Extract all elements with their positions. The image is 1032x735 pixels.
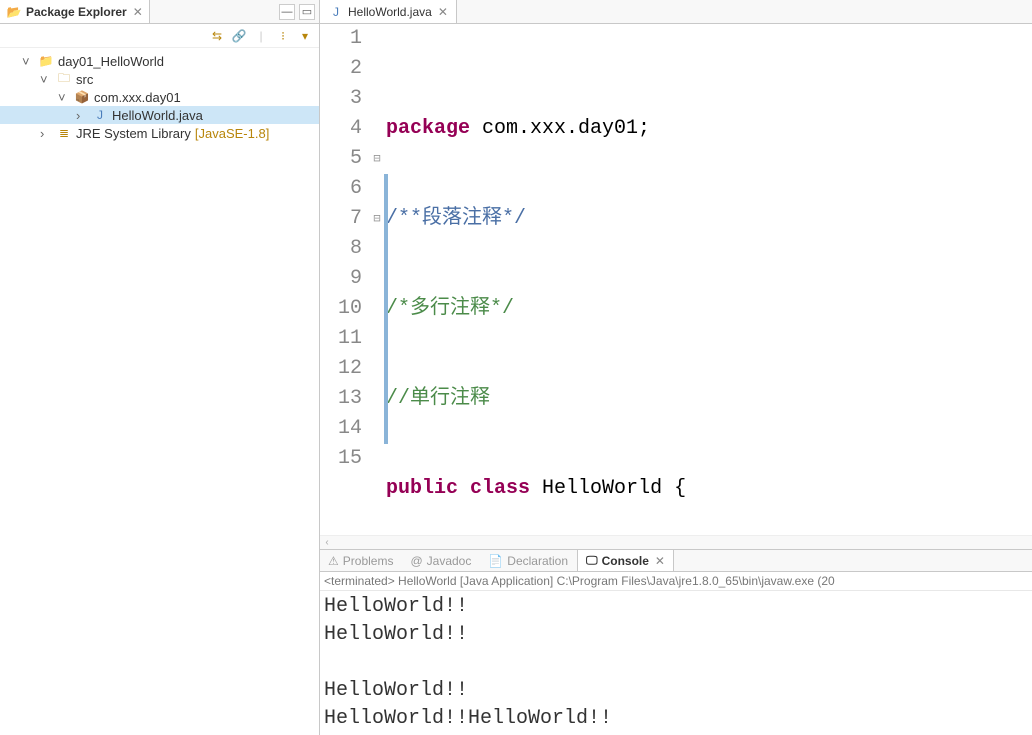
bottom-tabs: ⚠ Problems @ Javadoc 📄 Declaration 🖵 Con… — [320, 550, 1032, 572]
toolbar-separator: | — [253, 28, 269, 44]
tree-jre[interactable]: › ≣ JRE System Library [JavaSE-1.8] — [0, 124, 319, 142]
tree-src[interactable]: ˅ 🗀 src — [0, 70, 319, 88]
close-icon[interactable]: ✕ — [655, 554, 665, 568]
package-explorer-icon: 📂 — [6, 4, 22, 20]
scroll-left-icon[interactable]: ‹ — [320, 537, 334, 548]
tab-console-label: Console — [602, 554, 649, 568]
line-number: 13 — [320, 384, 362, 414]
close-icon[interactable]: ✕ — [438, 5, 448, 19]
tab-javadoc[interactable]: @ Javadoc — [402, 550, 480, 571]
tab-problems-label: Problems — [343, 554, 394, 568]
package-explorer-title: Package Explorer — [26, 5, 127, 19]
chevron-right-icon[interactable]: › — [76, 108, 88, 123]
change-marker — [384, 174, 388, 444]
line-number: 8 — [320, 234, 362, 264]
tree-package[interactable]: ˅ 📦 com.xxx.day01 — [0, 88, 319, 106]
right-panel: J HelloWorld.java ✕ 1 2 3 4 5 6 7 8 9 10… — [320, 0, 1032, 735]
line-number: 9 — [320, 264, 362, 294]
view-menu-icon[interactable]: ▾ — [297, 28, 313, 44]
maximize-icon[interactable]: ▭ — [299, 4, 315, 20]
tree-src-label: src — [76, 72, 93, 87]
minimize-icon[interactable]: — — [279, 4, 295, 20]
tree-jre-label: JRE System Library — [76, 126, 191, 141]
editor-horizontal-scrollbar[interactable]: ‹ — [320, 535, 1032, 549]
explorer-tabbar: 📂 Package Explorer ✕ — ▭ — [0, 0, 319, 24]
chevron-down-icon[interactable]: ˅ — [40, 72, 52, 87]
declaration-icon: 📄 — [488, 554, 503, 568]
line-number: 7 — [320, 204, 362, 234]
chevron-right-icon[interactable]: › — [40, 126, 52, 141]
console-header: <terminated> HelloWorld [Java Applicatio… — [320, 572, 1032, 591]
project-tree[interactable]: ˅ 📁 day01_HelloWorld ˅ 🗀 src ˅ 📦 com.xxx… — [0, 48, 319, 146]
close-icon[interactable]: ✕ — [133, 5, 143, 19]
tab-declaration[interactable]: 📄 Declaration — [480, 550, 577, 571]
tree-file-selected[interactable]: › J HelloWorld.java — [0, 106, 319, 124]
fold-toggle-icon[interactable]: ⊟ — [368, 144, 386, 174]
tab-problems[interactable]: ⚠ Problems — [320, 550, 402, 571]
line-number: 2 — [320, 54, 362, 84]
library-icon: ≣ — [56, 125, 72, 141]
tab-javadoc-label: Javadoc — [427, 554, 472, 568]
code-area[interactable]: package com.xxx.day01; /**段落注释*/ /*多行注释*… — [386, 24, 1032, 535]
tab-console[interactable]: 🖵 Console ✕ — [577, 550, 674, 571]
line-number-gutter: 1 2 3 4 5 6 7 8 9 10 11 12 13 14 15 — [320, 24, 368, 535]
source-folder-icon: 🗀 — [56, 71, 72, 87]
tab-declaration-label: Declaration — [507, 554, 568, 568]
collapse-all-icon[interactable]: ⇆ — [209, 28, 225, 44]
line-number: 10 — [320, 294, 362, 324]
console-icon: 🖵 — [586, 553, 598, 568]
line-number: 15 — [320, 444, 362, 474]
javadoc-icon: @ — [410, 554, 422, 568]
editor-tabbar: J HelloWorld.java ✕ — [320, 0, 1032, 24]
editor-tab-helloworld[interactable]: J HelloWorld.java ✕ — [320, 0, 457, 23]
package-explorer-tab[interactable]: 📂 Package Explorer ✕ — [0, 0, 150, 23]
problems-icon: ⚠ — [328, 554, 339, 568]
code-editor[interactable]: 1 2 3 4 5 6 7 8 9 10 11 12 13 14 15 ⊟ ⊟ … — [320, 24, 1032, 535]
line-number: 14 — [320, 414, 362, 444]
line-number: 6 — [320, 174, 362, 204]
link-editor-icon[interactable]: 🔗 — [231, 28, 247, 44]
package-explorer-panel: 📂 Package Explorer ✕ — ▭ ⇆ 🔗 | ⁝ ▾ ˅ 📁 d… — [0, 0, 320, 735]
chevron-down-icon[interactable]: ˅ — [58, 90, 70, 105]
line-number: 11 — [320, 324, 362, 354]
chevron-down-icon[interactable]: ˅ — [22, 54, 34, 69]
java-file-icon: J — [328, 4, 344, 20]
bottom-panel: ⚠ Problems @ Javadoc 📄 Declaration 🖵 Con… — [320, 549, 1032, 735]
console-output[interactable]: HelloWorld!! HelloWorld!! HelloWorld!! H… — [320, 591, 1032, 735]
explorer-window-controls: — ▭ — [279, 4, 315, 20]
tree-project[interactable]: ˅ 📁 day01_HelloWorld — [0, 52, 319, 70]
tree-jre-deco: [JavaSE-1.8] — [195, 126, 269, 141]
package-icon: 📦 — [74, 89, 90, 105]
tree-file-label: HelloWorld.java — [112, 108, 203, 123]
line-number: 3 — [320, 84, 362, 114]
editor-tab-label: HelloWorld.java — [348, 5, 432, 19]
line-number: 12 — [320, 354, 362, 384]
line-number: 4 — [320, 114, 362, 144]
java-file-icon: J — [92, 107, 108, 123]
explorer-toolbar: ⇆ 🔗 | ⁝ ▾ — [0, 24, 319, 48]
project-icon: 📁 — [38, 53, 54, 69]
line-number: 1 — [320, 24, 362, 54]
filter-icon[interactable]: ⁝ — [275, 28, 291, 44]
line-number: 5 — [320, 144, 362, 174]
tree-project-label: day01_HelloWorld — [58, 54, 164, 69]
tree-package-label: com.xxx.day01 — [94, 90, 181, 105]
